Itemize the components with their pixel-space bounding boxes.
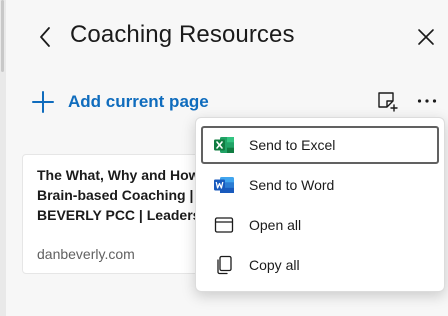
window-icon (213, 214, 235, 236)
more-options-button[interactable] (412, 86, 442, 116)
word-icon (213, 174, 235, 196)
add-note-button[interactable] (372, 86, 402, 116)
add-current-page-label: Add current page (68, 92, 209, 111)
more-options-menu: Send to Excel Send to Word Open all Copy… (195, 117, 445, 292)
copy-icon (213, 254, 235, 276)
add-note-icon (378, 92, 398, 112)
close-icon (418, 29, 434, 45)
menu-item-copy-all[interactable]: Copy all (201, 246, 439, 284)
menu-item-send-to-excel[interactable]: Send to Excel (201, 126, 439, 164)
page-title: Coaching Resources (70, 21, 295, 48)
collection-item-card[interactable]: The What, Why and How of Brain-based Coa… (22, 154, 224, 274)
back-button[interactable] (30, 22, 60, 52)
menu-item-label: Send to Excel (249, 137, 336, 153)
card-domain: danbeverly.com (37, 246, 135, 262)
excel-icon (213, 134, 235, 156)
menu-item-label: Open all (249, 217, 302, 233)
menu-item-send-to-word[interactable]: Send to Word (201, 166, 439, 204)
menu-item-label: Copy all (249, 257, 300, 273)
scrollbar-thumb[interactable] (1, 0, 4, 72)
back-chevron-icon (40, 27, 50, 47)
close-button[interactable] (411, 22, 441, 52)
more-options-icon (417, 99, 437, 103)
menu-item-open-all[interactable]: Open all (201, 206, 439, 244)
add-current-page-button[interactable]: Add current page (30, 86, 209, 118)
plus-icon (30, 89, 56, 115)
menu-item-label: Send to Word (249, 177, 335, 193)
